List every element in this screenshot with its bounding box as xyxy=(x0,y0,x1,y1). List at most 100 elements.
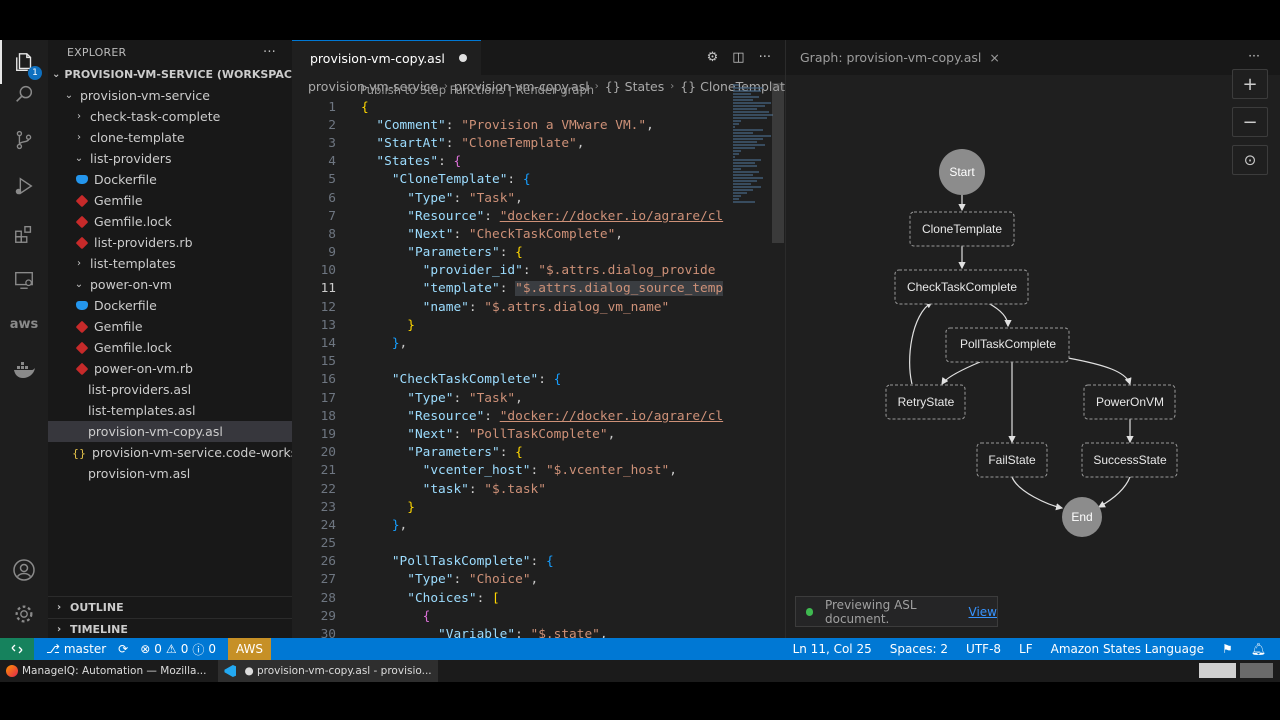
code-line[interactable]: 19 "Next": "PollTaskComplete", xyxy=(292,425,732,443)
node-end[interactable]: End xyxy=(1062,497,1102,537)
code-line[interactable]: 11 "template": "$.attrs.dialog_source_te… xyxy=(292,280,732,298)
code-line[interactable]: 23 } xyxy=(292,498,732,516)
tree-item[interactable]: ⌄ list-providers xyxy=(48,148,292,169)
code-text[interactable]: "Parameters": { xyxy=(336,245,732,260)
node-retry-state[interactable]: RetryState xyxy=(885,384,966,420)
feedback-icon[interactable]: ⚑ xyxy=(1222,642,1233,656)
code-text[interactable]: "name": "$.attrs.dialog_vm_name" xyxy=(336,300,732,315)
tree-item[interactable]: provision-vm-copy.asl xyxy=(48,421,292,442)
code-line[interactable]: 24 }, xyxy=(292,516,732,534)
aws-icon[interactable]: aws xyxy=(0,302,48,346)
sync-icon[interactable]: ⟳ xyxy=(118,642,128,656)
code-line[interactable]: 27 "Type": "Choice", xyxy=(292,571,732,589)
encoding[interactable]: UTF-8 xyxy=(966,642,1001,656)
code-text[interactable]: "StartAt": "CloneTemplate", xyxy=(336,136,732,151)
tree-item[interactable]: › clone-template xyxy=(48,127,292,148)
more-actions-icon[interactable]: ··· xyxy=(759,50,771,65)
explorer-more-icon[interactable]: ··· xyxy=(263,45,276,60)
code-text[interactable]: { xyxy=(336,100,732,115)
tree-item[interactable]: list-providers.asl xyxy=(48,379,292,400)
code-text[interactable]: }, xyxy=(336,336,732,351)
graph-render-icon[interactable]: ⚙ xyxy=(707,50,719,65)
code-line[interactable]: 4 "States": { xyxy=(292,153,732,171)
tree-item[interactable]: Gemfile.lock xyxy=(48,337,292,358)
tree-item[interactable]: list-providers.rb xyxy=(48,232,292,253)
docker-icon[interactable] xyxy=(0,348,48,392)
code-text[interactable]: "PollTaskComplete": { xyxy=(336,554,732,569)
tree-item[interactable]: Dockerfile xyxy=(48,169,292,190)
code-line[interactable]: 17 "Type": "Task", xyxy=(292,389,732,407)
zoom-in-button[interactable]: + xyxy=(1232,69,1268,99)
code-line[interactable]: 2 "Comment": "Provision a VMware VM.", xyxy=(292,116,732,134)
split-editor-icon[interactable]: ◫ xyxy=(732,50,744,65)
code-line[interactable]: 14 }, xyxy=(292,334,732,352)
code-text[interactable]: "task": "$.task" xyxy=(336,482,732,497)
tab-provision-vm-copy[interactable]: provision-vm-copy.asl xyxy=(292,40,481,75)
code-line[interactable]: 13 } xyxy=(292,316,732,334)
code-text[interactable]: { xyxy=(336,609,732,624)
remote-explorer-icon[interactable] xyxy=(0,258,48,302)
code-line[interactable]: 16 "CheckTaskComplete": { xyxy=(292,371,732,389)
taskbar-firefox[interactable]: ManageIQ: Automation — Mozilla... xyxy=(0,660,212,682)
code-text[interactable]: "CheckTaskComplete": { xyxy=(336,372,732,387)
tree-item[interactable]: list-templates.asl xyxy=(48,400,292,421)
code-line[interactable]: 9 "Parameters": { xyxy=(292,244,732,262)
timeline-section[interactable]: › TIMELINE xyxy=(48,618,292,639)
language-mode[interactable]: Amazon States Language xyxy=(1051,642,1204,656)
problems-indicator[interactable]: ⊗ 0 ⚠ 0 ⓘ 0 xyxy=(140,641,216,658)
code-text[interactable]: "Type": "Choice", xyxy=(336,572,732,587)
tree-item[interactable]: Gemfile xyxy=(48,316,292,337)
code-line[interactable]: 12 "name": "$.attrs.dialog_vm_name" xyxy=(292,298,732,316)
aws-status[interactable]: AWS xyxy=(227,638,272,660)
code-line[interactable]: 18 "Resource": "docker://docker.io/agrar… xyxy=(292,407,732,425)
notifications-bell-icon[interactable]: 🔔︎ xyxy=(1251,642,1266,656)
tree-item[interactable]: › check-task-complete xyxy=(48,106,292,127)
workspace-root[interactable]: ⌄ PROVISION-VM-SERVICE (WORKSPACE) xyxy=(48,64,292,85)
node-power-on-vm[interactable]: PowerOnVM xyxy=(1083,384,1176,420)
tree-item[interactable]: ⌄ power-on-vm xyxy=(48,274,292,295)
editor-scrollbar[interactable] xyxy=(772,83,784,243)
code-line[interactable]: 15 xyxy=(292,353,732,371)
code-line[interactable]: 26 "PollTaskComplete": { xyxy=(292,553,732,571)
minimap[interactable] xyxy=(733,83,777,213)
code-line[interactable]: 21 "vcenter_host": "$.vcenter_host", xyxy=(292,462,732,480)
code-line[interactable]: 7 "Resource": "docker://docker.io/agrare… xyxy=(292,207,732,225)
code-line[interactable]: 6 "Type": "Task", xyxy=(292,189,732,207)
tree-item[interactable]: provision-vm.asl xyxy=(48,463,292,484)
code-text[interactable]: }, xyxy=(336,518,732,533)
code-line[interactable]: 22 "task": "$.task" xyxy=(292,480,732,498)
code-text[interactable]: "Comment": "Provision a VMware VM.", xyxy=(336,118,732,133)
node-success-state[interactable]: SuccessState xyxy=(1081,442,1178,478)
code-text[interactable]: "Resource": "docker://docker.io/agrare/c… xyxy=(336,209,732,224)
tray-workspace-1[interactable] xyxy=(1199,663,1236,678)
tree-item[interactable]: Gemfile xyxy=(48,190,292,211)
code-text[interactable]: "Type": "Task", xyxy=(336,191,732,206)
node-start[interactable]: Start xyxy=(939,149,985,195)
code-text[interactable]: } xyxy=(336,500,732,515)
tree-item[interactable]: Gemfile.lock xyxy=(48,211,292,232)
extensions-icon[interactable] xyxy=(0,212,48,256)
branch-indicator[interactable]: ⎇ master xyxy=(46,642,106,656)
code-text[interactable]: "Type": "Task", xyxy=(336,391,732,406)
outline-section[interactable]: › OUTLINE xyxy=(48,596,292,617)
code-text[interactable]: } xyxy=(336,318,732,333)
code-line[interactable]: 28 "Choices": [ xyxy=(292,589,732,607)
code-line[interactable]: 25 xyxy=(292,535,732,553)
tree-item[interactable]: › list-templates xyxy=(48,253,292,274)
code-line[interactable]: 20 "Parameters": { xyxy=(292,444,732,462)
unsaved-dot-icon[interactable] xyxy=(458,54,467,62)
indentation[interactable]: Spaces: 2 xyxy=(890,642,948,656)
tree-item[interactable]: Dockerfile xyxy=(48,295,292,316)
tray-workspace-2[interactable] xyxy=(1240,663,1273,678)
tree-item[interactable]: {} provision-vm-service.code-worksp... xyxy=(48,442,292,463)
code-line[interactable]: 1{ xyxy=(292,98,732,116)
code-line[interactable]: 10 "provider_id": "$.attrs.dialog_provid… xyxy=(292,262,732,280)
zoom-out-button[interactable]: − xyxy=(1232,107,1268,137)
code-line[interactable]: 8 "Next": "CheckTaskComplete", xyxy=(292,225,732,243)
node-check-task-complete[interactable]: CheckTaskComplete xyxy=(894,269,1029,305)
toast-view-link[interactable]: View xyxy=(969,605,997,619)
code-text[interactable]: "Choices": [ xyxy=(336,591,732,606)
end-of-line[interactable]: LF xyxy=(1019,642,1033,656)
settings-gear-icon[interactable] xyxy=(0,592,48,636)
code-text[interactable]: "States": { xyxy=(336,154,732,169)
